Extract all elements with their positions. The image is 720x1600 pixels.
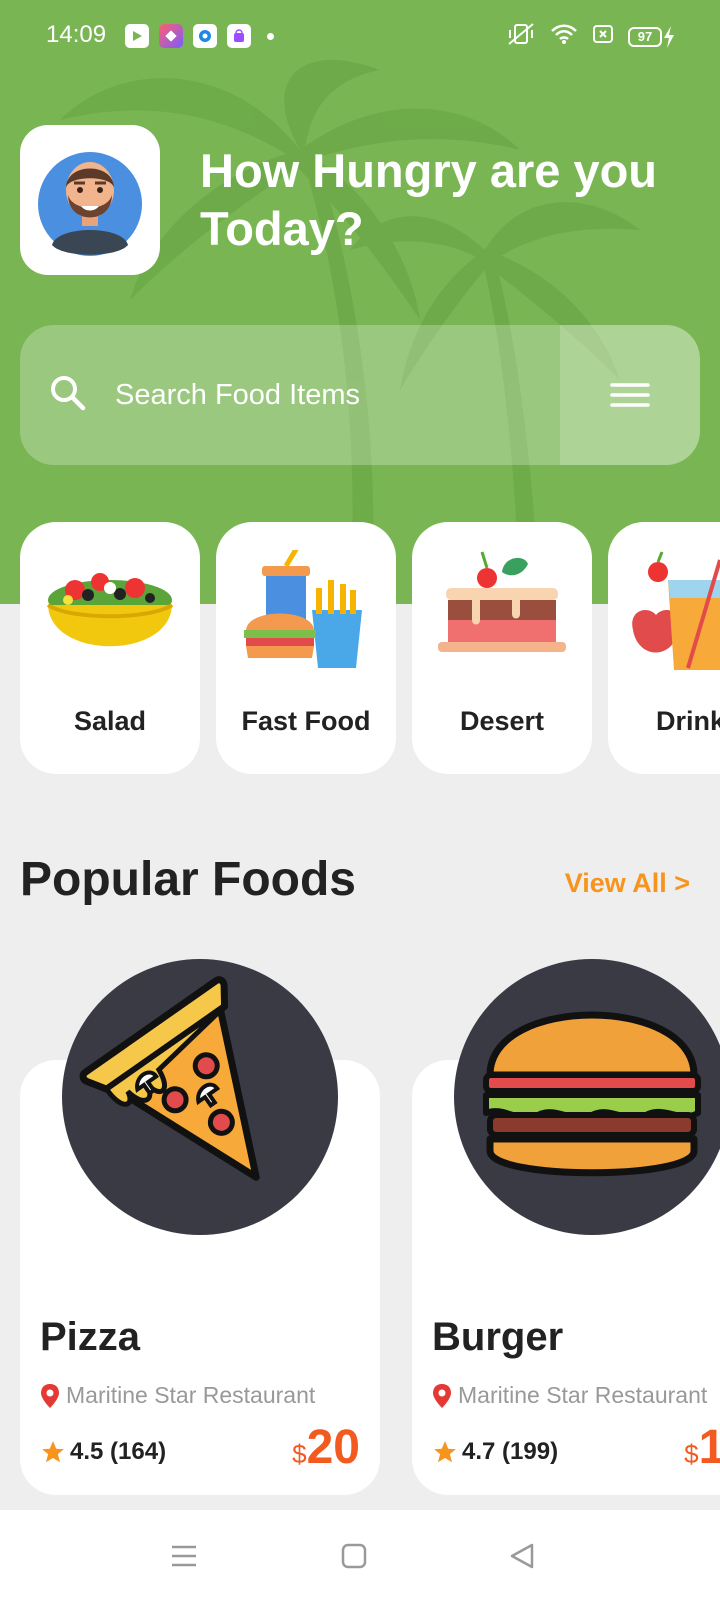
view-all-link[interactable]: View All >: [565, 868, 690, 899]
category-label: Drinks: [655, 706, 720, 736]
location-pin-icon: [41, 1383, 59, 1408]
category-fast-food[interactable]: Fast Food: [216, 522, 396, 774]
back-triangle-icon: [510, 1543, 534, 1569]
price-currency: $: [292, 1439, 307, 1469]
search-bar: [20, 325, 700, 465]
app-blue-icon: [193, 24, 217, 48]
sim-card-icon: [592, 23, 614, 50]
burger-image: [454, 959, 720, 1235]
food-name: Pizza: [40, 1315, 141, 1359]
fast-food-icon: [244, 550, 362, 668]
battery-icon: 97: [628, 25, 676, 49]
shopping-bag-icon: [227, 24, 251, 48]
app-shortcut-icon: [159, 24, 183, 48]
salad-bowl-icon: [46, 573, 174, 647]
category-label: Desert: [459, 706, 545, 736]
food-rating: 4.7 (199): [432, 1438, 558, 1466]
category-label: Fast Food: [241, 706, 371, 736]
home-square-icon: [341, 1543, 367, 1569]
food-price: $ 20: [292, 1420, 360, 1475]
wifi-icon: [550, 23, 578, 50]
rating-text: 4.7 (199): [462, 1438, 559, 1465]
category-drinks[interactable]: Drinks: [608, 522, 720, 774]
food-location: Maritine Star Restaurant: [40, 1382, 315, 1409]
system-icons: 97: [506, 22, 676, 51]
greeting-heading: How Hungry are you Today?: [200, 144, 658, 255]
category-label: Salad: [73, 706, 147, 736]
popular-foods-title: Popular Foods: [20, 853, 356, 906]
more-notifications-dot: [267, 32, 274, 40]
search-input[interactable]: [115, 373, 545, 417]
search-icon: [48, 373, 88, 418]
food-name: Burger: [432, 1315, 564, 1359]
header-background: [0, 0, 720, 604]
category-desert[interactable]: Desert: [412, 522, 592, 774]
back-button[interactable]: [502, 1536, 542, 1576]
pizza-image: [62, 959, 338, 1235]
youtube-icon: [125, 24, 149, 48]
price-currency: $: [684, 1439, 699, 1469]
avatar: [38, 152, 142, 256]
location-text: Maritine Star Restaurant: [458, 1382, 708, 1408]
charging-icon: [664, 25, 674, 48]
menu-lines-icon: [172, 1545, 196, 1567]
status-time: 14:09: [46, 21, 107, 48]
category-list: Salad Fast Food Desert Drink: [20, 522, 720, 774]
cake-icon: [438, 551, 566, 652]
status-bar: 14:09 97: [0, 0, 720, 70]
price-value: 20: [306, 1421, 360, 1474]
profile-avatar-button[interactable]: [20, 125, 160, 275]
location-text: Maritine Star Restaurant: [66, 1382, 316, 1408]
location-pin-icon: [433, 1383, 451, 1408]
popular-foods-list: Pizza Maritine Star Restaurant 4.5 (164)…: [20, 955, 720, 1495]
price-value: 15: [698, 1421, 720, 1474]
star-icon: [434, 1441, 456, 1463]
drinks-icon: [632, 551, 720, 670]
notification-icons: [125, 24, 274, 48]
system-navigation-bar: [0, 1510, 720, 1600]
rating-text: 4.5 (164): [70, 1438, 167, 1465]
category-salad[interactable]: Salad: [20, 522, 200, 774]
food-location: Maritine Star Restaurant: [432, 1382, 707, 1409]
food-price: $ 15: [684, 1420, 720, 1475]
star-icon: [42, 1441, 64, 1463]
battery-level: 97: [628, 26, 662, 47]
hamburger-menu-icon: [610, 383, 650, 407]
recent-apps-button[interactable]: [164, 1536, 204, 1576]
menu-button[interactable]: [560, 325, 700, 465]
palm-tree-watermark: [60, 59, 640, 604]
home-button[interactable]: [334, 1536, 374, 1576]
food-rating: 4.5 (164): [40, 1438, 166, 1466]
mute-vibrate-icon: [506, 22, 536, 51]
